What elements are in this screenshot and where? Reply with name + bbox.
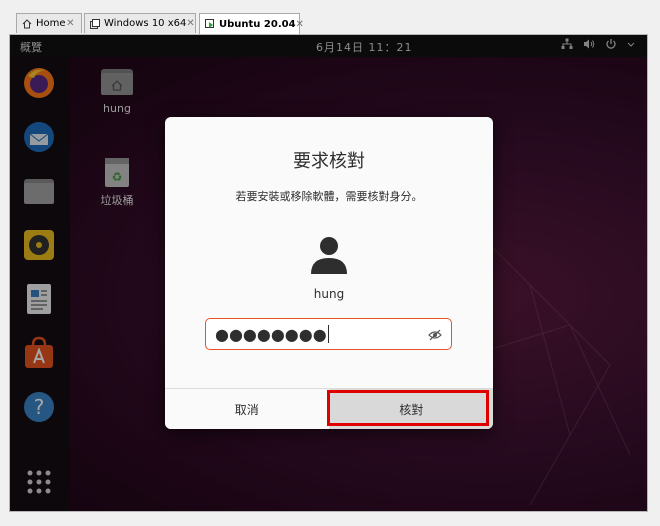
- vm-running-icon: [205, 19, 215, 29]
- close-icon[interactable]: ✕: [296, 19, 304, 30]
- tab-home[interactable]: Home ✕: [16, 13, 82, 33]
- close-icon[interactable]: ✕: [186, 18, 194, 29]
- authentication-dialog: 要求核對 若要安裝或移除軟體，需要核對身分。 hung ●●●●●●●● 取消 …: [165, 117, 493, 429]
- home-icon: [22, 18, 32, 29]
- tab-label: Ubuntu 20.04: [219, 18, 296, 30]
- user-avatar-icon: [309, 235, 349, 275]
- tab-windows-10[interactable]: Windows 10 x64 ✕: [84, 13, 196, 33]
- vm-display[interactable]: 概覽 6月14日 11：21 ? hung ♻ 垃圾桶 要求核對 若要安裝或移除…: [9, 34, 648, 512]
- vm-icon: [90, 18, 100, 29]
- tab-label: Windows 10 x64: [104, 18, 187, 29]
- host-tab-strip: Home ✕ Windows 10 x64 ✕ Ubuntu 20.04 ✕: [0, 0, 660, 34]
- username-label: hung: [313, 287, 345, 301]
- close-icon[interactable]: ✕: [66, 18, 75, 29]
- tab-ubuntu[interactable]: Ubuntu 20.04 ✕: [199, 13, 304, 34]
- dialog-title: 要求核對: [293, 151, 365, 172]
- text-caret: [327, 325, 330, 343]
- eye-hidden-icon[interactable]: [428, 327, 442, 341]
- password-field[interactable]: ●●●●●●●●: [205, 318, 452, 350]
- cancel-button[interactable]: 取消: [165, 389, 329, 429]
- dialog-actions: 取消 核對: [165, 388, 493, 429]
- authenticate-button[interactable]: 核對: [328, 389, 493, 429]
- dialog-subtitle: 若要安裝或移除軟體，需要核對身分。: [235, 190, 423, 203]
- tab-label: Home: [36, 18, 66, 29]
- password-value: ●●●●●●●●: [215, 324, 327, 344]
